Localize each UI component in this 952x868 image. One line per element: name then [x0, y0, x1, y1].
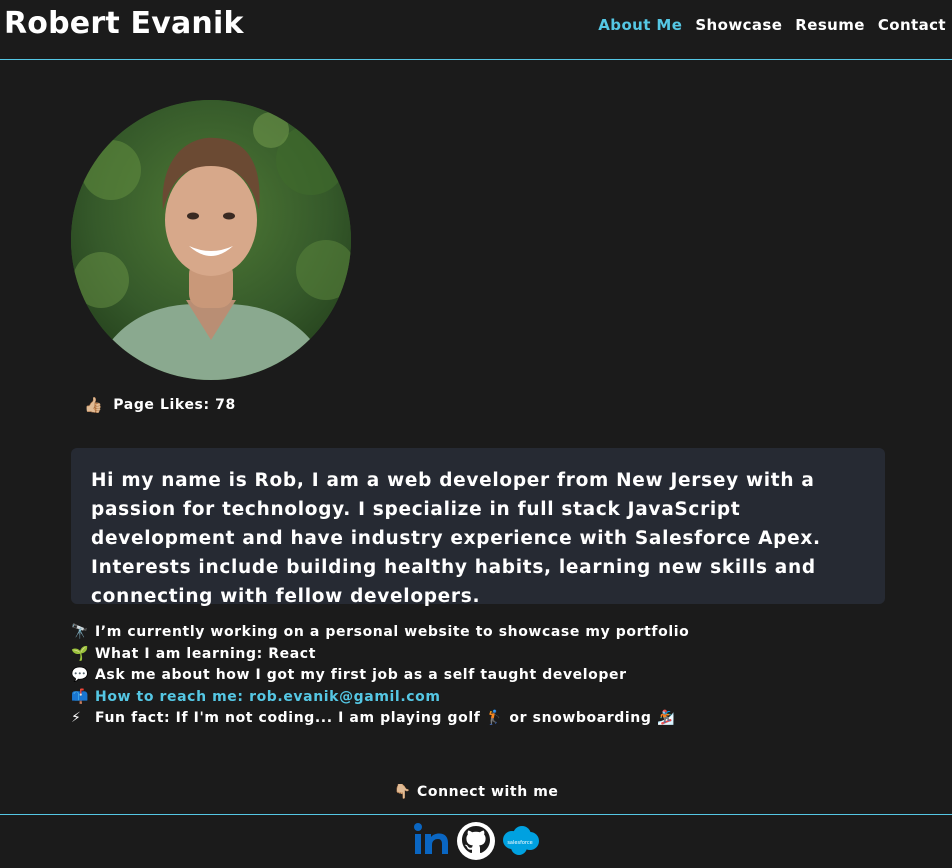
social-links: salesforce [0, 820, 952, 862]
list-item: 🌱 What I am learning: React [71, 644, 771, 666]
nav-contact[interactable]: Contact [878, 16, 946, 34]
list-item: 💬 Ask me about how I got my first job as … [71, 665, 771, 687]
fact-text: I’m currently working on a personal webs… [95, 624, 690, 640]
fact-text: Fun fact: If I'm not coding... I am play… [95, 710, 675, 726]
profile-photo-illustration [71, 100, 351, 380]
telescope-icon: 🔭 [71, 624, 90, 640]
page-likes-label: Page Likes: 78 [113, 397, 236, 413]
intro-text: Hi my name is Rob, I am a web developer … [91, 470, 821, 607]
point-down-icon: 👇🏼 [393, 784, 412, 800]
site-header: Robert Evanik About Me Showcase Resume C… [0, 0, 952, 60]
list-item: 🔭 I’m currently working on a personal web… [71, 622, 771, 644]
page-likes[interactable]: 👍🏼 Page Likes: 78 [84, 396, 236, 414]
site-title[interactable]: Robert Evanik [4, 6, 244, 41]
list-item: ⚡ Fun fact: If I'm not coding... I am pla… [71, 708, 771, 730]
nav-resume[interactable]: Resume [795, 16, 865, 34]
nav-about-me[interactable]: About Me [598, 16, 682, 34]
contact-email-link[interactable]: How to reach me: rob.evanik@gamil.com [95, 689, 441, 705]
mailbox-icon: 📫 [71, 688, 90, 705]
connect-heading: 👇🏼 Connect with me [0, 784, 952, 800]
thumbs-up-icon[interactable]: 👍🏼 [84, 396, 103, 414]
github-icon[interactable] [456, 820, 496, 862]
nav-showcase[interactable]: Showcase [695, 16, 782, 34]
salesforce-wordmark: salesforce [507, 840, 532, 846]
main-nav: About Me Showcase Resume Contact [598, 16, 946, 34]
salesforce-icon[interactable]: salesforce [500, 820, 540, 862]
footer-divider [0, 814, 952, 815]
profile-photo [71, 100, 351, 380]
list-item: 📫 How to reach me: rob.evanik@gamil.com [71, 687, 771, 709]
speech-bubble-icon: 💬 [71, 667, 90, 683]
connect-label: Connect with me [416, 784, 559, 800]
intro-card: Hi my name is Rob, I am a web developer … [71, 448, 885, 607]
fact-text: Ask me about how I got my first job as a… [95, 667, 627, 683]
lightning-icon: ⚡ [71, 710, 82, 726]
fun-facts-list: 🔭 I’m currently working on a personal web… [71, 622, 771, 730]
fact-text: What I am learning: React [95, 645, 317, 662]
linkedin-icon[interactable] [412, 820, 452, 862]
seedling-icon: 🌱 [71, 645, 90, 662]
